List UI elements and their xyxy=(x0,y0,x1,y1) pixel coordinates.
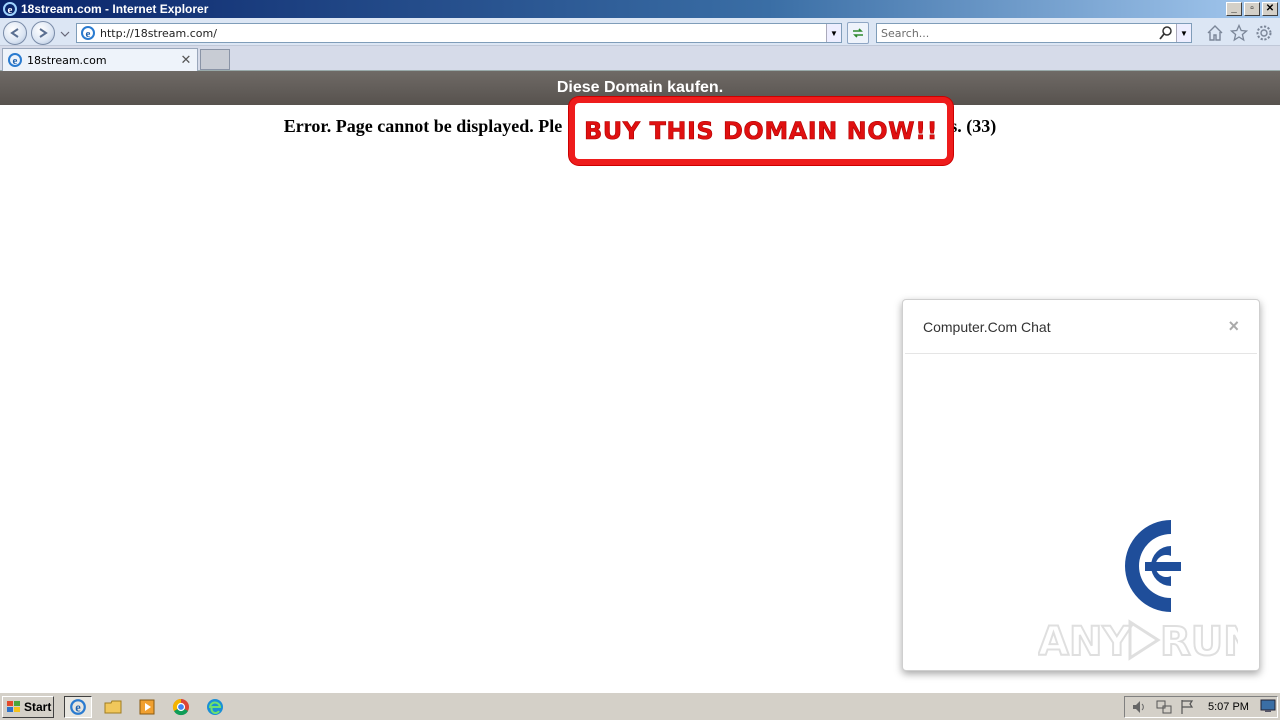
navigation-bar: e http://18stream.com/ ▼ Search... ▼ xyxy=(0,18,1280,46)
computer-com-logo xyxy=(1125,520,1181,612)
gear-icon[interactable] xyxy=(1255,24,1273,42)
new-tab-button[interactable] xyxy=(200,49,230,70)
search-box[interactable]: Search... ▼ xyxy=(876,23,1192,43)
close-window-button[interactable]: ✕ xyxy=(1262,2,1278,16)
svg-text:ANY: ANY xyxy=(1038,619,1132,665)
refresh-button[interactable] xyxy=(847,22,869,44)
flag-icon[interactable] xyxy=(1179,699,1197,715)
back-icon xyxy=(10,28,19,38)
taskbar-chrome[interactable] xyxy=(167,696,195,718)
taskbar-edge[interactable] xyxy=(201,696,229,718)
chrome-icon xyxy=(172,698,189,716)
svg-text:e: e xyxy=(75,701,81,715)
volume-icon[interactable] xyxy=(1131,699,1149,715)
media-icon xyxy=(139,699,155,715)
favorites-icon[interactable] xyxy=(1230,24,1248,42)
error-message-start: Error. Page cannot be displayed. Ple xyxy=(283,116,563,136)
buy-domain-button[interactable]: BUY THIS DOMAIN NOW!! xyxy=(569,97,953,165)
restore-button[interactable]: ▫ xyxy=(1244,2,1260,16)
window-titlebar[interactable]: e 18stream.com - Internet Explorer _ ▫ ✕ xyxy=(0,0,1280,18)
home-icon[interactable] xyxy=(1206,24,1224,42)
svg-text:e: e xyxy=(86,28,91,40)
taskbar-ie[interactable]: e xyxy=(64,696,92,718)
network-icon[interactable] xyxy=(1155,699,1173,715)
refresh-icon xyxy=(853,28,863,38)
minimize-button[interactable]: _ xyxy=(1226,2,1242,16)
svg-text:e: e xyxy=(8,4,13,16)
taskbar: Start e 5:07 PM xyxy=(0,692,1280,720)
start-label: Start xyxy=(24,700,52,714)
chat-widget[interactable]: Computer.Com Chat × ANY RUN xyxy=(902,299,1260,671)
chat-header: Computer.Com Chat × xyxy=(905,300,1257,354)
search-input[interactable]: Search... xyxy=(877,27,1158,40)
back-button[interactable] xyxy=(3,21,27,45)
tab-18stream[interactable]: e 18stream.com ✕ xyxy=(2,48,198,71)
system-tray xyxy=(1124,696,1278,718)
search-icon[interactable] xyxy=(1158,25,1174,41)
history-dropdown-icon[interactable] xyxy=(60,30,70,38)
tab-close-icon[interactable]: ✕ xyxy=(179,52,193,68)
window-title: 18stream.com - Internet Explorer xyxy=(21,2,209,16)
ie-icon: e xyxy=(70,699,86,715)
taskbar-clock[interactable]: 5:07 PM xyxy=(1208,701,1249,713)
ie-icon: e xyxy=(3,2,17,16)
folder-icon xyxy=(104,700,122,714)
search-dropdown-button[interactable]: ▼ xyxy=(1176,24,1191,42)
forward-button[interactable] xyxy=(31,21,55,45)
ie-icon: e xyxy=(81,26,95,40)
svg-text:e: e xyxy=(13,55,18,67)
taskbar-media-player[interactable] xyxy=(133,696,161,718)
tab-bar: e 18stream.com ✕ xyxy=(0,46,1280,71)
address-bar[interactable]: e http://18stream.com/ ▼ xyxy=(76,23,842,43)
address-dropdown-button[interactable]: ▼ xyxy=(826,24,841,42)
buy-domain-label: BUY THIS DOMAIN NOW!! xyxy=(583,117,939,146)
address-input[interactable]: http://18stream.com/ xyxy=(100,27,826,40)
start-button[interactable]: Start xyxy=(2,696,54,718)
tab-label: 18stream.com xyxy=(27,53,107,67)
page-content: Diese Domain kaufen. Error. Page cannot … xyxy=(0,71,1280,692)
show-desktop-icon[interactable] xyxy=(1260,699,1276,713)
taskbar-explorer[interactable] xyxy=(99,696,127,718)
anyrun-watermark: ANY RUN xyxy=(1038,618,1238,666)
chat-title: Computer.Com Chat xyxy=(923,318,1051,335)
forward-icon xyxy=(39,28,48,38)
svg-text:RUN: RUN xyxy=(1160,619,1238,665)
edge-icon xyxy=(207,699,223,715)
chat-close-icon[interactable]: × xyxy=(1228,316,1239,337)
windows-flag-icon xyxy=(7,701,20,712)
ie-icon: e xyxy=(8,53,22,67)
